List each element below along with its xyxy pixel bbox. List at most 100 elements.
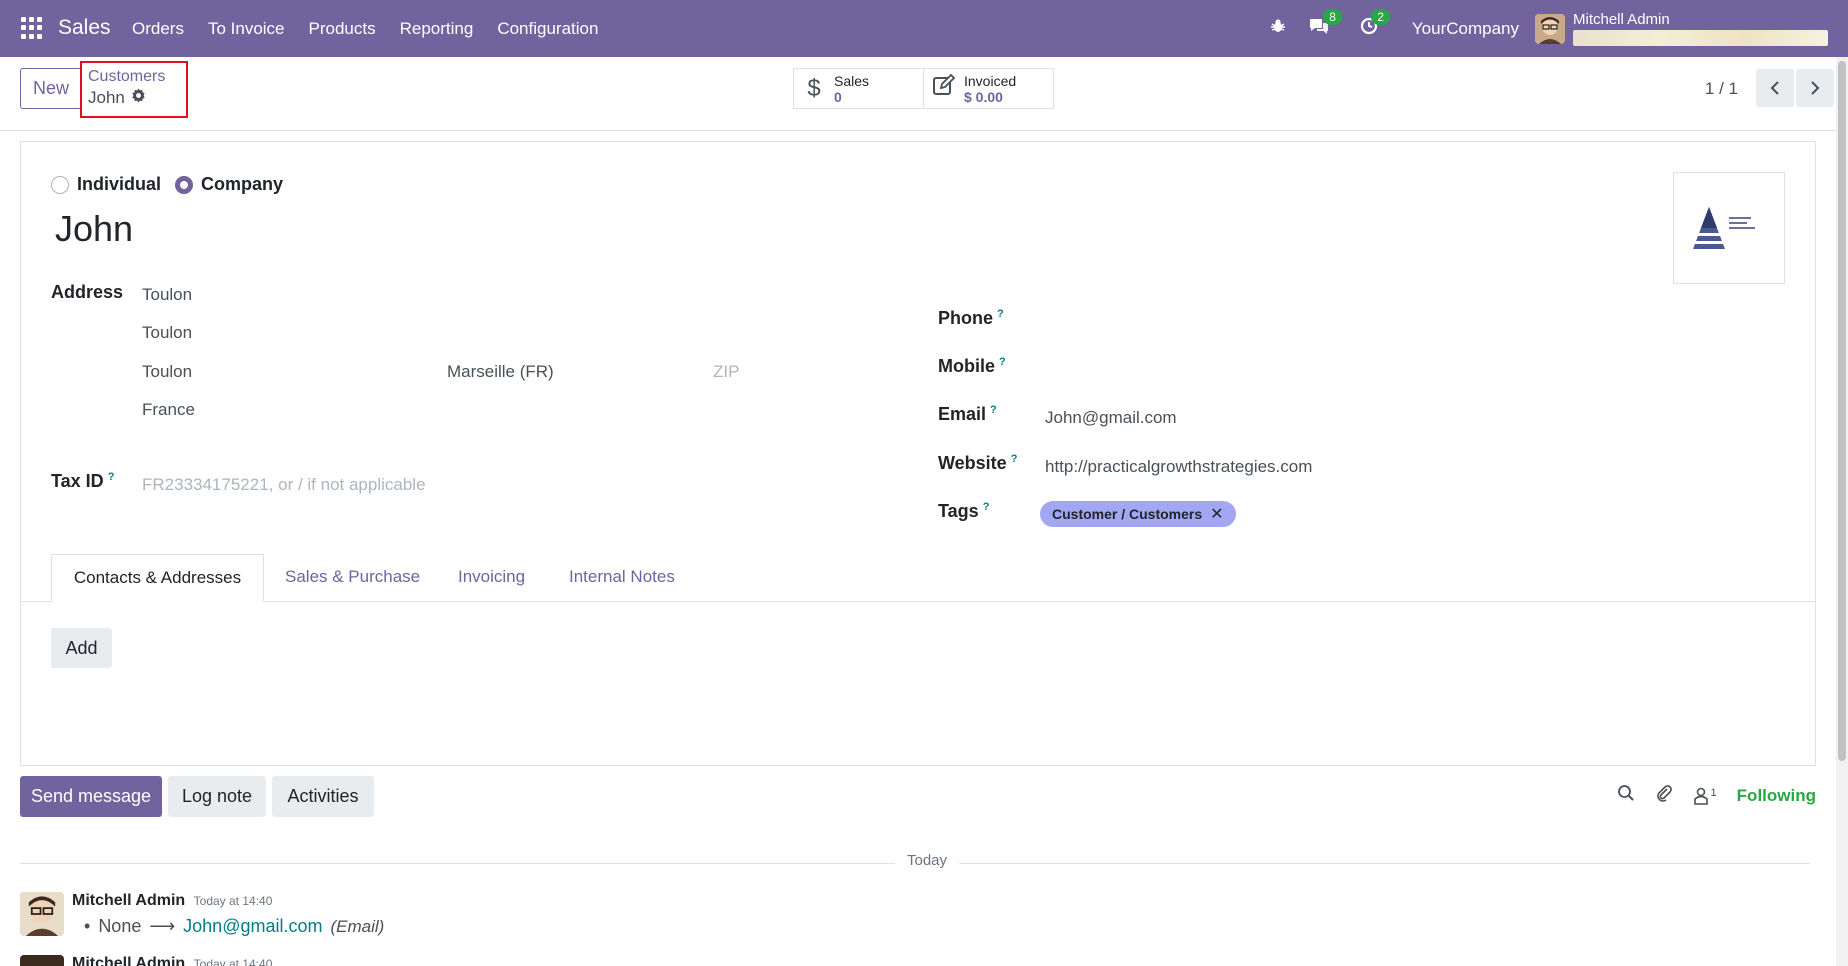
- debug-bug-icon[interactable]: [1270, 18, 1286, 39]
- zip-field[interactable]: ZIP: [713, 362, 739, 382]
- message-time: Today at 14:40: [193, 957, 273, 966]
- street-field[interactable]: Toulon: [142, 285, 192, 305]
- search-icon[interactable]: [1617, 784, 1635, 807]
- message-author-name: Mitchell Admin: [72, 955, 186, 966]
- scrollbar-thumb[interactable]: [1838, 61, 1846, 761]
- tags-help-icon[interactable]: ?: [983, 501, 990, 513]
- chatter-message: Mitchell Admin Today at 14:40: [20, 955, 1820, 966]
- followers-button[interactable]: 1: [1693, 787, 1717, 805]
- date-separator-label: Today: [895, 852, 960, 869]
- tab-contacts-addresses[interactable]: Contacts & Addresses: [51, 554, 264, 602]
- email-help-icon[interactable]: ?: [990, 404, 997, 416]
- invoiced-smart-value: $ 0.00: [964, 88, 1003, 105]
- following-button[interactable]: Following: [1737, 786, 1816, 806]
- add-contact-button[interactable]: Add: [51, 628, 112, 668]
- main-menu: Orders To Invoice Products Reporting Con…: [132, 19, 598, 39]
- pager-previous-button[interactable]: [1756, 69, 1794, 107]
- avatar[interactable]: [20, 892, 64, 936]
- radio-individual[interactable]: Individual: [51, 174, 161, 195]
- sales-smart-label: Sales: [834, 72, 870, 89]
- website-help-icon[interactable]: ?: [1011, 453, 1018, 465]
- company-logo-image[interactable]: [1673, 172, 1785, 284]
- log-note-button[interactable]: Log note: [168, 776, 266, 817]
- sales-smart-button[interactable]: $ Sales 0: [793, 68, 924, 109]
- sales-smart-value: 0: [834, 88, 842, 105]
- partner-name-field[interactable]: John: [55, 208, 133, 250]
- tax-id-field[interactable]: FR23334175221, or / if not applicable: [142, 475, 426, 495]
- invoiced-smart-label: Invoiced: [964, 72, 1017, 89]
- page-scrollbar[interactable]: [1836, 57, 1848, 966]
- website-field[interactable]: http://practicalgrowthstrategies.com: [1045, 457, 1312, 477]
- radio-individual-dot[interactable]: [51, 175, 69, 194]
- breadcrumb-current: John: [88, 88, 146, 108]
- menu-configuration[interactable]: Configuration: [497, 19, 598, 39]
- radio-company-dot[interactable]: [175, 175, 194, 194]
- tab-internal-notes[interactable]: Internal Notes: [569, 567, 675, 587]
- activities-clock-icon[interactable]: 2: [1360, 9, 1390, 40]
- activities-button[interactable]: Activities: [272, 776, 374, 817]
- send-message-button[interactable]: Send message: [20, 776, 162, 817]
- mobile-label: Mobile?: [938, 356, 1006, 377]
- app-name[interactable]: Sales: [58, 16, 111, 40]
- top-navbar: Sales Orders To Invoice Products Reporti…: [0, 0, 1848, 57]
- breadcrumb-parent-link[interactable]: Customers: [88, 68, 165, 86]
- breadcrumb-current-label: John: [88, 88, 125, 107]
- radio-company-label: Company: [201, 174, 284, 194]
- tag-customer[interactable]: Customer / Customers ✕: [1040, 501, 1236, 527]
- chevron-left-icon: [1770, 81, 1779, 95]
- menu-orders[interactable]: Orders: [132, 19, 184, 39]
- messages-icon[interactable]: 8: [1308, 9, 1342, 40]
- tracking-field-name: (Email): [330, 916, 385, 936]
- activities-count-badge: 2: [1371, 9, 1390, 25]
- invoiced-smart-button[interactable]: Invoiced $ 0.00: [923, 68, 1054, 109]
- chatter-message: Mitchell Admin Today at 14:40 • None ⟶ J…: [20, 892, 1820, 942]
- tracking-value-line: • None ⟶ John@gmail.com (Email): [84, 916, 384, 937]
- message-time: Today at 14:40: [193, 894, 273, 908]
- radio-individual-label: Individual: [77, 174, 162, 194]
- mobile-label-text: Mobile: [938, 356, 995, 376]
- company-switcher[interactable]: YourCompany: [1412, 19, 1519, 39]
- company-type-selector: Individual Company: [51, 174, 283, 195]
- new-button[interactable]: New: [20, 68, 82, 109]
- gear-icon[interactable]: [131, 88, 146, 108]
- tax-id-label-text: Tax ID: [51, 471, 104, 491]
- menu-products[interactable]: Products: [309, 19, 376, 39]
- followers-count: 1: [1710, 786, 1717, 799]
- radio-company[interactable]: Company: [175, 174, 283, 195]
- street2-field[interactable]: Toulon: [142, 323, 192, 343]
- apps-menu-icon[interactable]: [21, 17, 43, 39]
- city-field[interactable]: Toulon: [142, 362, 192, 382]
- remove-tag-icon[interactable]: ✕: [1210, 504, 1223, 524]
- tags-label: Tags?: [938, 501, 989, 522]
- email-label: Email?: [938, 404, 997, 425]
- state-field[interactable]: Marseille (FR): [447, 362, 554, 382]
- menu-to-invoice[interactable]: To Invoice: [208, 19, 285, 39]
- pyramid-logo-icon: [1693, 207, 1755, 249]
- pager-next-button[interactable]: [1796, 69, 1834, 107]
- paperclip-icon[interactable]: [1655, 784, 1673, 807]
- country-field[interactable]: France: [142, 400, 195, 420]
- dollar-icon: $: [807, 74, 821, 102]
- tab-invoicing[interactable]: Invoicing: [458, 567, 525, 587]
- bullet: •: [84, 916, 91, 936]
- website-label-text: Website: [938, 453, 1007, 473]
- message-author: Mitchell Admin Today at 14:40: [72, 955, 272, 966]
- email-field[interactable]: John@gmail.com: [1045, 408, 1177, 428]
- pager-counter[interactable]: 1 / 1: [1705, 79, 1738, 99]
- user-menu[interactable]: Mitchell Admin: [1573, 11, 1828, 46]
- mobile-help-icon[interactable]: ?: [999, 356, 1006, 368]
- edit-invoice-icon: [924, 73, 964, 103]
- tracking-new-value[interactable]: John@gmail.com: [183, 916, 322, 937]
- user-avatar[interactable]: [1535, 13, 1565, 44]
- avatar[interactable]: [20, 955, 64, 966]
- message-author-name: Mitchell Admin: [72, 892, 186, 909]
- tags-label-text: Tags: [938, 501, 979, 521]
- messages-count-badge: 8: [1323, 9, 1342, 25]
- phone-help-icon[interactable]: ?: [997, 308, 1004, 320]
- chatter-toolbar: Send message Log note Activities 1 Follo…: [0, 776, 1848, 818]
- navbar-systray: 8 2 YourCompany Mitchell Admin: [1270, 0, 1848, 57]
- user-name: Mitchell Admin: [1573, 11, 1670, 28]
- tax-id-help-icon[interactable]: ?: [108, 471, 115, 483]
- menu-reporting[interactable]: Reporting: [400, 19, 474, 39]
- tab-sales-purchase[interactable]: Sales & Purchase: [285, 567, 420, 587]
